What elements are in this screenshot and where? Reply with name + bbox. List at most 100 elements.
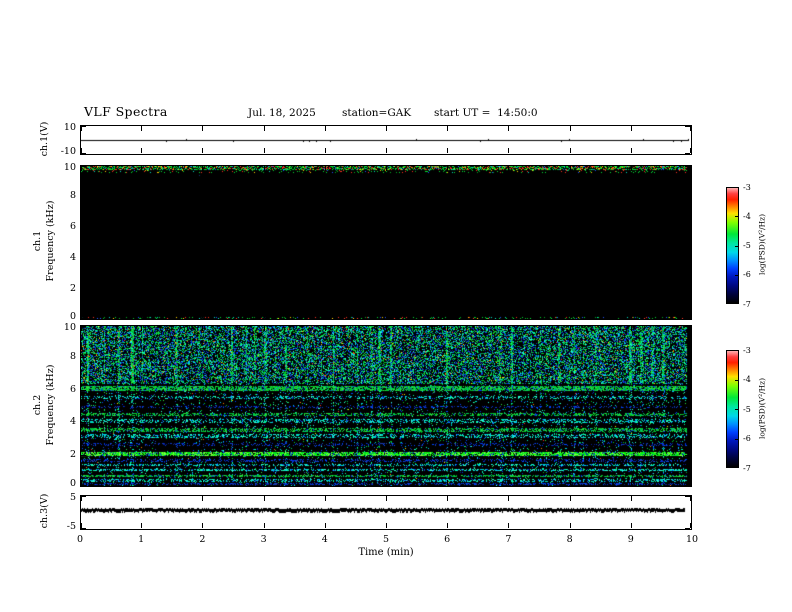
x-tick-mark xyxy=(690,126,691,131)
y-tick-label: 4 xyxy=(69,252,76,263)
colorbar-tick-mark xyxy=(735,379,739,381)
x-tick-label: 6 xyxy=(444,534,451,545)
colorbar-tick-label: -6 xyxy=(743,434,751,443)
x-tick-label: 0 xyxy=(76,534,84,545)
x-tick-mark xyxy=(508,166,510,171)
y-tick-mark xyxy=(685,318,690,319)
ch1-spectrogram-heatmap xyxy=(81,166,691,319)
x-tick-mark xyxy=(508,126,510,131)
x-tick-label: 5 xyxy=(382,534,390,545)
ch3-voltage-axis-label: ch.3(V) xyxy=(39,493,50,529)
colorbar-tick-mark xyxy=(735,438,739,440)
x-tick-mark xyxy=(447,166,449,171)
x-tick-mark xyxy=(324,148,326,153)
y-tick-label: 6 xyxy=(69,221,76,232)
x-tick-mark xyxy=(141,126,143,131)
y-tick-mark xyxy=(685,389,690,391)
x-tick-mark xyxy=(630,166,632,171)
x-tick-mark xyxy=(81,166,82,171)
y-tick-mark xyxy=(81,258,86,259)
ch3-voltage-trace xyxy=(81,507,691,516)
x-tick-mark xyxy=(508,148,510,153)
x-tick-mark xyxy=(630,148,632,153)
colorbar-tick-label: -5 xyxy=(743,404,751,414)
x-tick-label: 3 xyxy=(260,534,267,545)
x-tick-mark xyxy=(569,313,571,318)
x-tick-mark xyxy=(569,496,571,501)
x-tick-mark xyxy=(141,523,143,528)
x-tick-mark xyxy=(690,313,691,318)
y-tick-label: 0 xyxy=(69,478,76,489)
x-tick-mark xyxy=(386,313,387,318)
y-tick-mark xyxy=(81,454,86,456)
x-tick-mark xyxy=(690,166,691,171)
y-tick-mark xyxy=(685,528,690,529)
x-tick-mark xyxy=(630,496,632,501)
x-tick-mark xyxy=(81,126,82,131)
x-tick-label: 9 xyxy=(627,534,634,545)
y-tick-mark xyxy=(81,227,86,228)
colorbar-tick-label: -4 xyxy=(743,211,751,221)
x-tick-mark xyxy=(447,148,449,153)
date-label: Jul. 18, 2025 xyxy=(248,107,316,119)
x-tick-mark xyxy=(386,496,387,501)
x-tick-mark xyxy=(447,326,449,331)
colorbar-tick-mark xyxy=(735,409,739,410)
x-tick-label: 7 xyxy=(505,534,512,545)
y-tick-label: 4 xyxy=(69,416,76,428)
x-tick-mark xyxy=(386,126,387,131)
x-tick-mark xyxy=(324,166,326,171)
y-tick-mark xyxy=(81,485,86,486)
x-tick-mark xyxy=(81,326,82,331)
y-tick-label: 10 xyxy=(63,162,76,173)
y-tick-label: 8 xyxy=(69,190,76,201)
x-tick-mark xyxy=(202,313,204,318)
x-tick-mark xyxy=(263,523,265,528)
y-tick-mark xyxy=(685,196,690,197)
y-tick-mark xyxy=(685,227,690,228)
x-tick-mark xyxy=(569,126,571,131)
x-tick-mark xyxy=(263,126,265,131)
x-tick-mark xyxy=(202,480,204,485)
x-tick-mark xyxy=(447,313,449,318)
x-tick-mark xyxy=(569,166,571,171)
x-tick-mark xyxy=(386,523,387,528)
colorbar-tick-label: -3 xyxy=(743,182,751,192)
x-tick-mark xyxy=(202,148,204,153)
x-tick-mark xyxy=(386,166,387,171)
x-tick-mark xyxy=(141,326,143,331)
x-axis-label: Time (min) xyxy=(358,547,414,558)
x-tick-mark xyxy=(447,496,449,501)
station-label: station=GAK xyxy=(342,107,412,119)
x-tick-mark xyxy=(202,496,204,501)
x-tick-mark xyxy=(263,148,265,153)
colorbar-tick-mark xyxy=(735,466,739,467)
x-tick-mark xyxy=(569,480,571,485)
x-tick-mark xyxy=(141,496,143,501)
x-tick-mark xyxy=(263,326,265,331)
y-tick-mark xyxy=(685,422,690,424)
x-tick-mark xyxy=(324,480,326,485)
x-tick-mark xyxy=(508,496,510,501)
y-tick-mark xyxy=(685,289,690,290)
x-tick-mark xyxy=(690,480,691,485)
y-tick-label: -10 xyxy=(60,146,76,157)
colorbar-tick-mark xyxy=(735,187,739,188)
x-tick-mark xyxy=(81,313,82,318)
x-tick-mark xyxy=(141,313,143,318)
y-tick-mark xyxy=(81,422,86,424)
x-tick-mark xyxy=(508,326,510,331)
colorbar-tick-mark xyxy=(735,274,739,276)
colorbar-tick-mark xyxy=(735,216,739,218)
vlf-spectra-figure: VLF Spectra Jul. 18, 2025 station=GAK st… xyxy=(0,0,792,612)
colorbar-tick-label: -7 xyxy=(743,463,751,473)
colorbar-tick-label: -7 xyxy=(743,299,751,309)
x-tick-mark xyxy=(447,523,449,528)
y-tick-label: 2 xyxy=(69,448,76,460)
x-tick-mark xyxy=(202,126,204,131)
ch1-spec-channel-label: ch.1 xyxy=(32,230,43,252)
y-tick-mark xyxy=(81,528,86,529)
x-tick-mark xyxy=(202,166,204,171)
x-tick-mark xyxy=(508,523,510,528)
x-tick-mark xyxy=(81,523,82,528)
